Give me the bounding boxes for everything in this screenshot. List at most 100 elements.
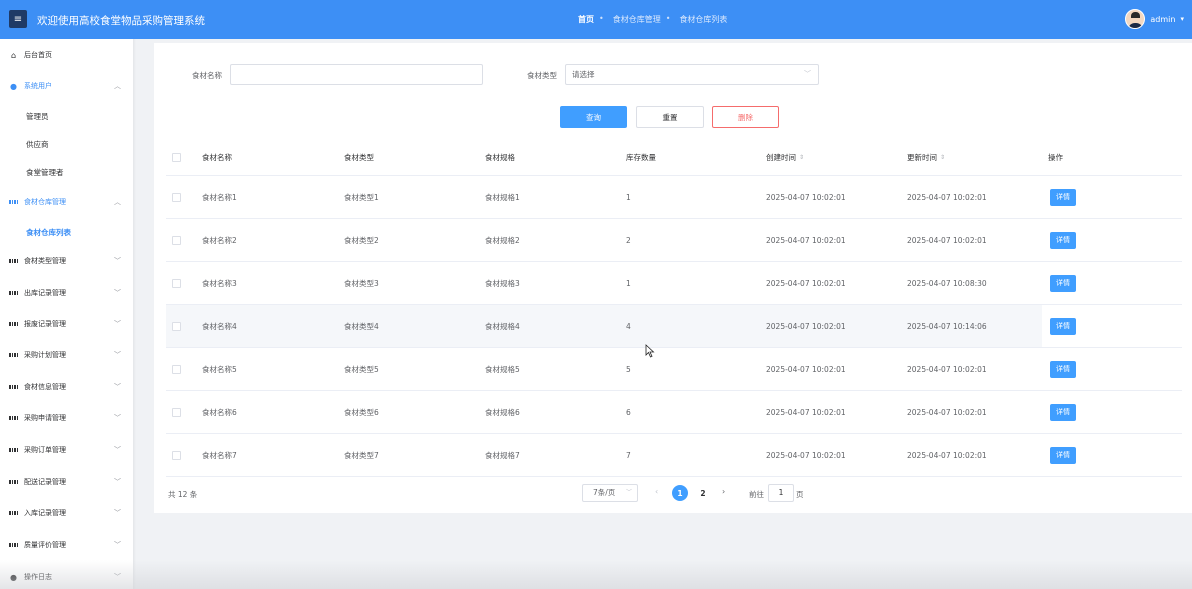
- table-row[interactable]: 食材名称1 食材类型1 食材规格1 1 2025-04-07 10:02:01 2025-…: [166, 176, 1182, 219]
- checkbox[interactable]: [172, 153, 181, 162]
- sidebar-item-label: 配送记录管理: [24, 478, 66, 486]
- chevron-down-icon[interactable]: ▾: [1180, 15, 1184, 23]
- sort-icon[interactable]: ⇕: [940, 154, 945, 161]
- table-row[interactable]: 食材名称5 食材类型5 食材规格5 5 2025-04-07 10:02:01 2025-…: [166, 348, 1182, 391]
- checkbox[interactable]: [172, 321, 181, 331]
- sidebar-item-purchase-request[interactable]: 采购申请管理 ﹀: [0, 408, 133, 428]
- user-menu[interactable]: admin ▾: [1125, 9, 1184, 29]
- detail-button[interactable]: 详情: [1050, 274, 1076, 292]
- breadcrumb-separator: •: [599, 14, 604, 23]
- sidebar-item-home[interactable]: ⌂ 后台首页: [0, 45, 133, 65]
- goto-prefix: 前往: [749, 490, 764, 499]
- cell-food-type: 食材类型4: [344, 321, 379, 331]
- goto-page-input[interactable]: 1: [768, 484, 794, 502]
- breadcrumb-home[interactable]: 首页: [578, 14, 594, 25]
- sidebar-item-purchase-order[interactable]: 采购订单管理 ﹀: [0, 440, 133, 460]
- row-checkbox[interactable]: [172, 176, 181, 218]
- sidebar-item-food-type[interactable]: 食材类型管理 ﹀: [0, 251, 133, 271]
- detail-button[interactable]: 详情: [1050, 403, 1076, 421]
- cell-updated-time: 2025-04-07 10:02:01: [907, 192, 987, 202]
- select-all-checkbox[interactable]: [172, 140, 181, 175]
- row-checkbox[interactable]: [172, 391, 181, 433]
- checkbox[interactable]: [172, 407, 181, 417]
- cell-actions: 详情: [1042, 262, 1182, 304]
- breadcrumb-warehouse[interactable]: 食材仓库管理: [613, 14, 661, 25]
- cell-updated-time: 2025-04-07 10:14:06: [907, 321, 987, 331]
- row-checkbox[interactable]: [172, 434, 181, 476]
- column-header: 食材规格: [485, 153, 515, 162]
- sidebar-subitem-warehouse-list[interactable]: 食材仓库列表: [0, 222, 133, 242]
- column-header-label: 创建时间: [766, 153, 796, 162]
- sidebar-subitem-canteen-manager[interactable]: 食堂管理者: [0, 162, 133, 182]
- detail-button[interactable]: 详情: [1050, 360, 1076, 378]
- food-name-input[interactable]: [230, 64, 483, 85]
- detail-button[interactable]: 详情: [1050, 446, 1076, 464]
- column-header-sortable[interactable]: 更新时间 ⇕: [907, 140, 945, 175]
- sidebar-item-outbound[interactable]: 出库记录管理 ﹀: [0, 283, 133, 303]
- sidebar-item-delivery[interactable]: 配送记录管理 ﹀: [0, 472, 133, 492]
- sidebar-subitem-supplier[interactable]: 供应商: [0, 134, 133, 154]
- cell-updated-time: 2025-04-07 10:02:01: [907, 450, 987, 460]
- username[interactable]: admin: [1150, 15, 1175, 24]
- table-row[interactable]: 食材名称3 食材类型3 食材规格3 1 2025-04-07 10:02:01 2025-…: [166, 262, 1182, 305]
- checkbox[interactable]: [172, 364, 181, 374]
- user-icon: ●: [10, 572, 17, 582]
- cell-updated-time: 2025-04-07 10:02:01: [907, 364, 987, 374]
- query-button[interactable]: 查询: [560, 106, 627, 128]
- sidebar-item-label: 采购计划管理: [24, 351, 66, 359]
- sidebar-subitem-admin[interactable]: 管理员: [0, 106, 133, 126]
- row-checkbox[interactable]: [172, 219, 181, 261]
- delete-button[interactable]: 删除: [712, 106, 779, 128]
- grid-icon: [9, 541, 18, 550]
- reset-button[interactable]: 重置: [636, 106, 704, 128]
- row-checkbox[interactable]: [172, 348, 181, 390]
- prev-page-button[interactable]: ‹: [655, 487, 658, 496]
- cell-food-spec: 食材规格6: [485, 407, 520, 417]
- total-count: 共 12 条: [168, 490, 198, 499]
- detail-button[interactable]: 详情: [1050, 317, 1076, 335]
- column-header-sortable[interactable]: 创建时间 ⇕: [766, 140, 804, 175]
- sidebar-item-log[interactable]: ● 操作日志 ﹀: [0, 567, 133, 587]
- grid-icon: [9, 351, 18, 360]
- page-size-select[interactable]: 7条/页 ﹀: [582, 484, 638, 502]
- sort-icon[interactable]: ⇕: [799, 154, 804, 161]
- sidebar-item-quality[interactable]: 质量评价管理 ﹀: [0, 535, 133, 555]
- food-type-select[interactable]: 请选择 ﹀: [565, 64, 819, 85]
- sidebar-item-warehouse[interactable]: 食材仓库管理 ︿: [0, 192, 133, 212]
- checkbox[interactable]: [172, 278, 181, 288]
- sidebar-item-food-info[interactable]: 食材信息管理 ﹀: [0, 377, 133, 397]
- sidebar-item-system-user[interactable]: ● 系统用户 ︿: [0, 76, 133, 96]
- hamburger-icon[interactable]: ≡: [9, 10, 27, 28]
- page-number-2[interactable]: 2: [695, 485, 711, 501]
- table-row[interactable]: 食材名称7 食材类型7 食材规格7 7 2025-04-07 10:02:01 2025-…: [166, 434, 1182, 477]
- cell-food-spec: 食材规格1: [485, 192, 520, 202]
- checkbox[interactable]: [172, 235, 181, 245]
- sidebar-item-purchase-plan[interactable]: 采购计划管理 ﹀: [0, 345, 133, 365]
- detail-button[interactable]: 详情: [1050, 188, 1076, 206]
- row-checkbox[interactable]: [172, 305, 181, 347]
- sidebar-item-label: 采购申请管理: [24, 414, 66, 422]
- cell-actions: 详情: [1042, 176, 1182, 218]
- cell-food-name: 食材名称5: [202, 364, 237, 374]
- page-number-1[interactable]: 1: [672, 485, 688, 501]
- table-row[interactable]: 食材名称6 食材类型6 食材规格6 6 2025-04-07 10:02:01 2025-…: [166, 391, 1182, 434]
- table-header: 食材名称 食材类型 食材规格 库存数量 创建时间 ⇕ 更新时间 ⇕ 操作: [166, 140, 1182, 176]
- grid-icon: [9, 446, 18, 455]
- column-header: 食材名称: [202, 153, 232, 162]
- cell-food-spec: 食材规格4: [485, 321, 520, 331]
- sidebar: ⌂ 后台首页 ● 系统用户 ︿ 管理员 供应商 食堂管理者 食材仓库管理 ︿ 食…: [0, 39, 133, 589]
- avatar[interactable]: [1125, 9, 1146, 29]
- detail-button[interactable]: 详情: [1050, 231, 1076, 249]
- sidebar-item-inbound[interactable]: 入库记录管理 ﹀: [0, 503, 133, 523]
- grid-icon: [9, 289, 18, 298]
- checkbox[interactable]: [172, 192, 181, 202]
- next-page-button[interactable]: ›: [722, 487, 725, 496]
- row-checkbox[interactable]: [172, 262, 181, 304]
- table-row[interactable]: 食材名称2 食材类型2 食材规格2 2 2025-04-07 10:02:01 2025-…: [166, 219, 1182, 262]
- sidebar-subitem-label: 供应商: [26, 139, 49, 149]
- food-type-label: 食材类型: [527, 71, 557, 80]
- sidebar-item-scrap[interactable]: 报废记录管理 ﹀: [0, 314, 133, 334]
- checkbox[interactable]: [172, 450, 181, 460]
- cell-stock-qty: 1: [626, 192, 631, 202]
- table-row[interactable]: 食材名称4 食材类型4 食材规格4 4 2025-04-07 10:02:01 2025-…: [166, 305, 1182, 348]
